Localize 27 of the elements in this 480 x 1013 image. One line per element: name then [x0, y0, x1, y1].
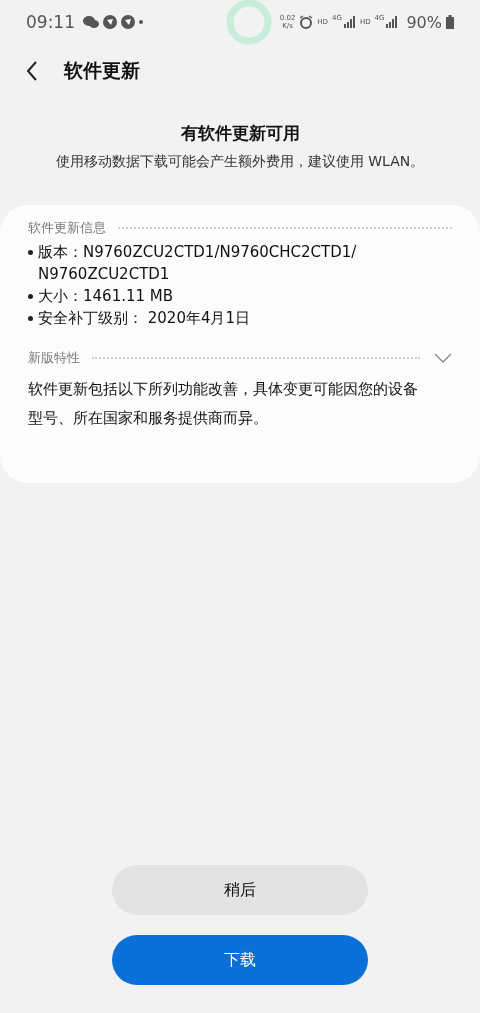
- bullet-icon: [28, 316, 33, 321]
- dot-icon: [139, 20, 143, 24]
- update-title: 有软件更新可用: [179, 122, 301, 145]
- chat-icon: [83, 15, 99, 29]
- info-item: 安全补丁级别： 2020年4月1日: [38, 308, 251, 329]
- later-button[interactable]: 稍后: [112, 865, 368, 915]
- bullet-icon: [28, 250, 33, 255]
- status-time: 09:11: [26, 12, 75, 32]
- download-button[interactable]: 下载: [112, 935, 368, 985]
- signal-icon: [343, 16, 356, 28]
- update-notice: 使用移动数据下载可能会产生额外费用，建议使用 WLAN。: [54, 153, 426, 171]
- bullet-icon: [28, 294, 33, 299]
- back-icon[interactable]: [26, 61, 38, 81]
- features-text: 软件更新包括以下所列功能改善，具体变更可能因您的设备型号、所在国家和服务提供商而异。: [28, 379, 419, 429]
- chevron-icon[interactable]: [434, 353, 452, 363]
- page-title: 软件更新: [64, 58, 140, 83]
- section-heading: 软件更新信息: [28, 219, 106, 237]
- battery-level: 90%: [406, 12, 442, 32]
- info-item: 大小：1461.11 MB: [38, 286, 174, 307]
- app-icon: [103, 15, 117, 29]
- signal-icon: [386, 16, 399, 28]
- alarm-icon: [299, 15, 314, 29]
- app-icon: [121, 15, 135, 29]
- battery-icon: [446, 15, 454, 29]
- section-heading: 新版特性: [28, 349, 80, 367]
- info-item: 版本：N9760ZCU2CTD1/N9760CHC2CTD1/N9760ZCU2CTD1: [38, 242, 358, 285]
- ring-icon: [225, 0, 272, 45]
